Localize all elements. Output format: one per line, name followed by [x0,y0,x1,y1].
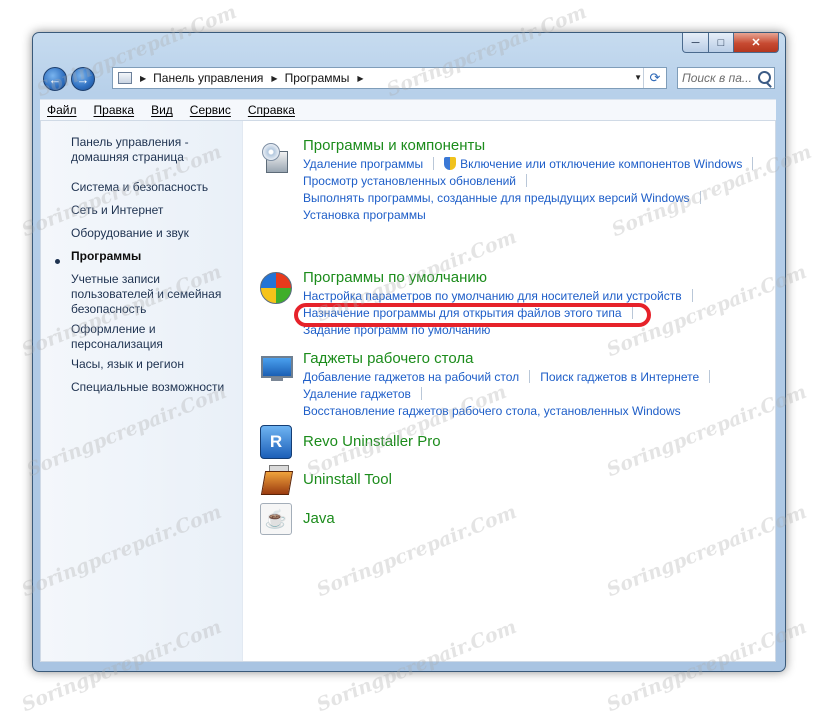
link-installed-updates[interactable]: Просмотр установленных обновлений [303,174,516,188]
breadcrumb-control-panel[interactable]: Панель управления [153,71,263,85]
sidebar-item-accessibility[interactable]: Специальные возможности [71,380,231,395]
link-uninstall-gadget[interactable]: Удаление гаджетов [303,387,411,401]
close-button[interactable]: ✕ [734,33,779,53]
content-area: Панель управления - домашняя страница Си… [40,120,776,662]
link-find-gadgets-online[interactable]: Поиск гаджетов в Интернете [540,370,699,384]
sidebar-item-clock-region[interactable]: Часы, язык и регион [71,357,231,372]
link-divider [691,289,693,302]
link-divider [709,370,711,383]
current-bullet-icon [55,259,60,264]
java-icon[interactable]: ☕ [259,502,293,536]
address-bar[interactable]: ▶ Панель управления ▶ Программы ▶ ▼ ⟳ [112,67,667,89]
back-button[interactable]: ← [43,67,67,91]
programs-features-icon[interactable] [259,141,293,175]
sidebar-item-home[interactable]: Панель управления - домашняя страница [71,135,231,165]
section-desktop-gadgets: Гаджеты рабочего стола Добавление гаджет… [261,350,720,419]
address-dropdown-icon[interactable]: ▼ [634,73,642,82]
section-uninstall-tool: Uninstall Tool [260,465,392,495]
sidebar-item-system-security[interactable]: Система и безопасность [71,180,231,195]
section-revo-uninstaller: R Revo Uninstaller Pro [260,425,441,459]
link-divider [420,387,422,400]
desktop-gadgets-icon[interactable] [259,352,293,386]
section-title[interactable]: Uninstall Tool [303,471,392,489]
link-restore-gadgets[interactable]: Восстановление гаджетов рабочего стола, … [303,404,681,418]
search-input[interactable] [682,69,756,87]
highlight-annotation [294,303,651,327]
caption-buttons: ─ □ ✕ [682,33,779,53]
section-java: ☕ Java [260,503,335,535]
section-title[interactable]: Программы и компоненты [303,137,763,155]
menu-file[interactable]: Файл [47,103,77,117]
control-panel-window: ─ □ ✕ ← → ▼ ▶ Панель управления ▶ Програ… [32,32,786,672]
maximize-button[interactable]: □ [709,33,734,53]
section-title[interactable]: Java [303,510,335,528]
sidebar-item-network[interactable]: Сеть и Интернет [71,203,231,218]
minimize-button[interactable]: ─ [682,33,709,53]
menu-bar: Файл Правка Вид Сервис Справка [40,99,776,121]
menu-edit[interactable]: Правка [94,103,135,117]
link-autoplay-settings[interactable]: Настройка параметров по умолчанию для но… [303,289,682,303]
forward-button[interactable]: → [71,67,95,91]
sidebar-item-programs: Программы [71,249,142,263]
refresh-icon[interactable]: ⟳ [643,68,666,88]
uninstall-tool-icon[interactable] [259,463,294,497]
control-panel-icon [118,72,132,84]
search-icon[interactable] [758,71,771,84]
menu-tools[interactable]: Сервис [190,103,231,117]
link-divider [699,191,701,204]
link-windows-features[interactable]: Включение или отключение компонентов Win… [460,157,742,171]
link-divider [752,157,754,170]
section-title[interactable]: Программы по умолчанию [303,269,703,287]
link-add-gadgets[interactable]: Добавление гаджетов на рабочий стол [303,370,519,384]
breadcrumb-separator-icon[interactable]: ▶ [140,74,146,83]
revo-uninstaller-icon[interactable]: R [259,425,293,459]
link-divider [529,370,531,383]
sidebar-item-appearance[interactable]: Оформление и персонализация [71,322,231,352]
section-title[interactable]: Revo Uninstaller Pro [303,433,441,451]
section-title[interactable]: Гаджеты рабочего стола [303,350,720,368]
breadcrumb-separator-icon[interactable]: ▶ [357,74,363,83]
link-divider [525,174,527,187]
link-divider [433,157,435,170]
link-install-program[interactable]: Установка программы [303,208,426,222]
sidebar-item-hardware-sound[interactable]: Оборудование и звук [71,226,231,241]
sidebar-item-user-accounts[interactable]: Учетные записи пользователей и семейная … [71,272,231,317]
section-programs-features: Программы и компоненты Удаление программ… [262,137,763,223]
menu-view[interactable]: Вид [151,103,173,117]
breadcrumb-separator-icon[interactable]: ▶ [271,74,277,83]
search-box[interactable] [677,67,775,89]
sidebar: Панель управления - домашняя страница Си… [41,121,243,661]
link-uninstall-program[interactable]: Удаление программы [303,157,423,171]
breadcrumb-programs[interactable]: Программы [285,71,350,85]
default-programs-icon[interactable] [259,271,293,305]
uac-shield-icon [444,157,457,170]
menu-help[interactable]: Справка [248,103,295,117]
link-compatibility[interactable]: Выполнять программы, созданные для преды… [303,191,690,205]
main-panel: Программы и компоненты Удаление программ… [243,121,775,661]
